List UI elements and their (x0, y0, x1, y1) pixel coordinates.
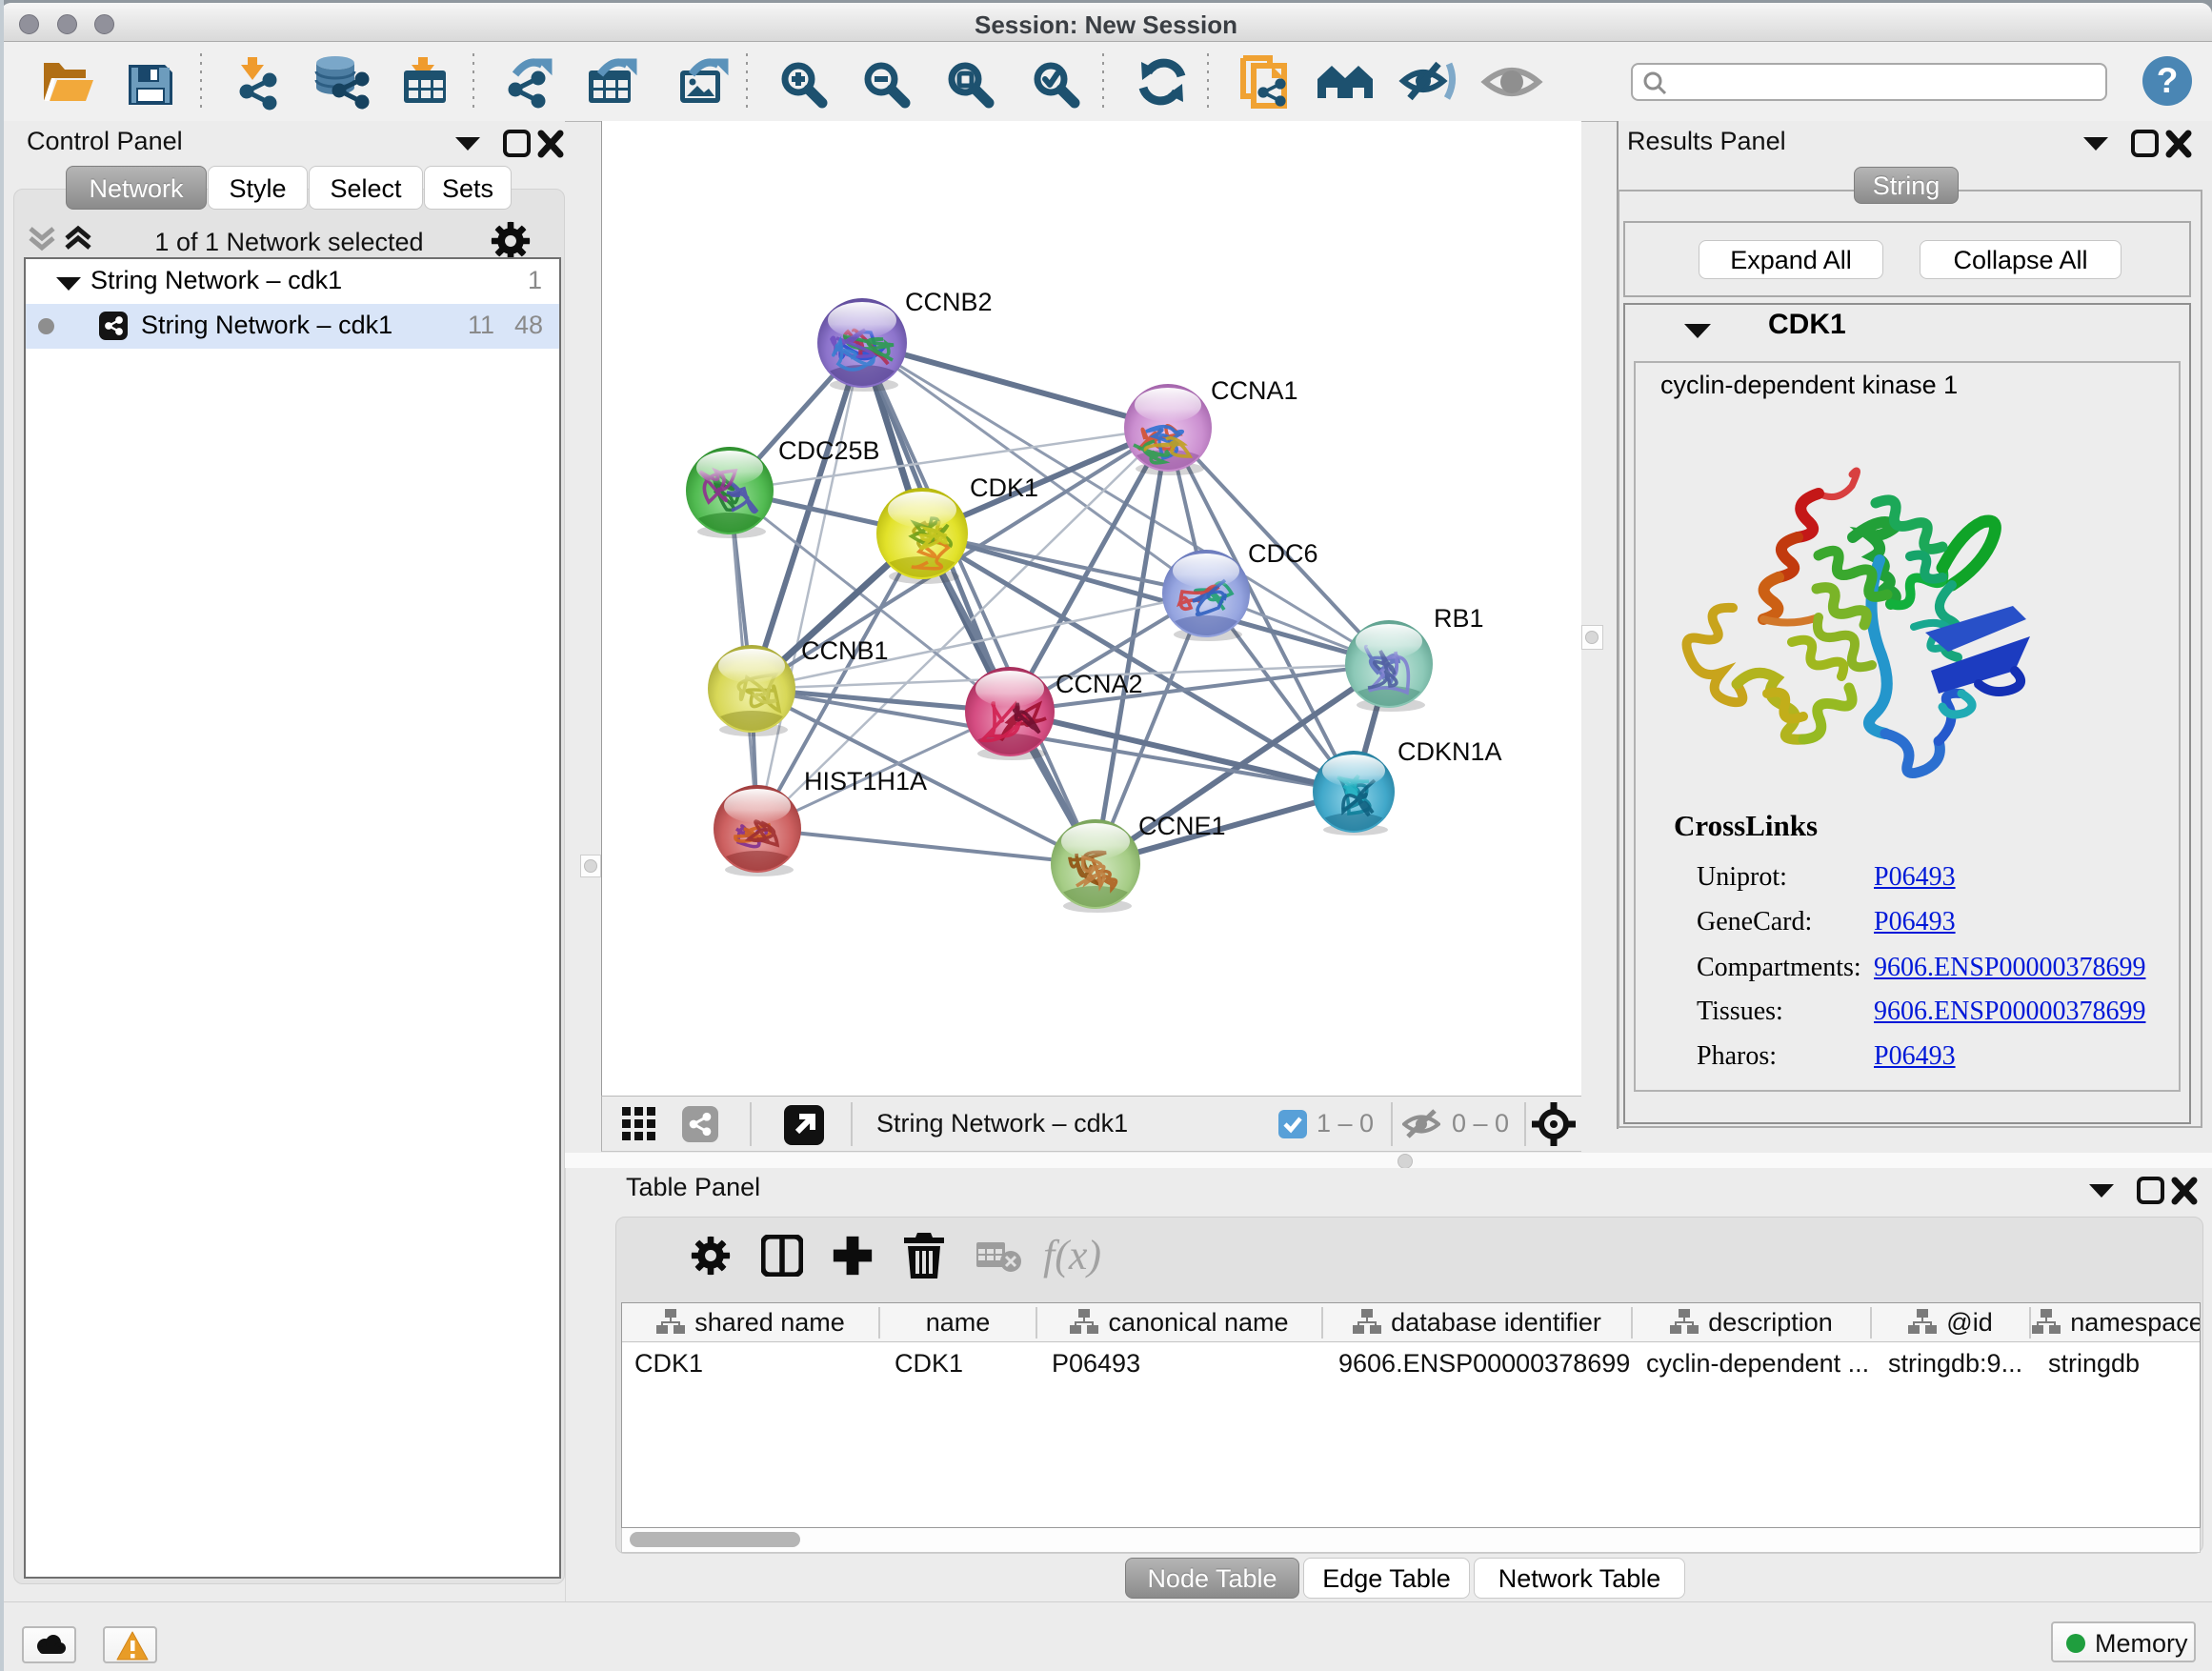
svg-text:CCNB2: CCNB2 (905, 288, 993, 316)
svg-text:CDC6: CDC6 (1248, 539, 1318, 568)
svg-text:CDK1: CDK1 (970, 473, 1038, 502)
svg-text:HIST1H1A: HIST1H1A (804, 767, 927, 795)
svg-text:CCNA1: CCNA1 (1211, 376, 1298, 405)
svg-text:CCNA2: CCNA2 (1056, 670, 1143, 698)
svg-text:CDC25B: CDC25B (778, 436, 880, 465)
svg-text:CCNE1: CCNE1 (1138, 812, 1226, 840)
svg-text:CDKN1A: CDKN1A (1398, 737, 1502, 766)
svg-text:RB1: RB1 (1434, 604, 1484, 633)
svg-text:CCNB1: CCNB1 (801, 636, 889, 665)
